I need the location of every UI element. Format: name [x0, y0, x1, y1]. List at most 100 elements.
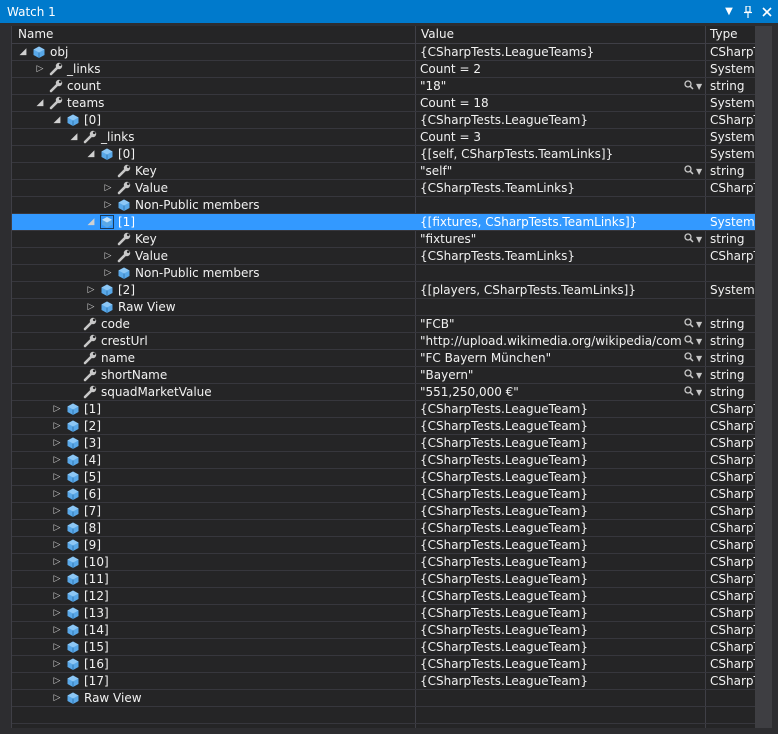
table-row[interactable]: ▷ Non-Public members — [12, 265, 756, 282]
row-value[interactable]: {CSharpTests.LeagueTeams} — [420, 45, 682, 59]
expand-arrow-icon[interactable]: ▷ — [52, 470, 62, 484]
visualizer-dropdown-icon[interactable]: ▼ — [696, 164, 706, 178]
row-value[interactable]: {CSharpTests.LeagueTeam} — [420, 402, 682, 416]
table-row[interactable]: ▷ [9] {CSharpTests.LeagueTeam} CSharpT — [12, 537, 756, 554]
row-value[interactable]: {CSharpTests.LeagueTeam} — [420, 538, 682, 552]
text-visualizer-icon[interactable] — [684, 317, 696, 331]
row-value[interactable]: {[players, CSharpTests.TeamLinks]} — [420, 283, 682, 297]
pin-icon[interactable] — [740, 4, 756, 20]
row-value[interactable]: {[fixtures, CSharpTests.TeamLinks]} — [420, 215, 682, 229]
column-header-value[interactable]: Value — [421, 27, 454, 41]
table-row[interactable]: ◢ _links Count = 3 System.C — [12, 129, 756, 146]
table-row[interactable]: ▷ [1] {CSharpTests.LeagueTeam} CSharpT — [12, 401, 756, 418]
row-value[interactable]: {CSharpTests.LeagueTeam} — [420, 504, 682, 518]
row-value[interactable]: "FC Bayern München" — [420, 351, 682, 365]
row-value[interactable]: {[self, CSharpTests.TeamLinks]} — [420, 147, 682, 161]
text-visualizer-icon[interactable] — [684, 351, 696, 365]
visualizer-dropdown-icon[interactable]: ▼ — [696, 368, 706, 382]
table-row[interactable]: squadMarketValue "551,250,000 €" ▼ string — [12, 384, 756, 401]
row-value[interactable]: {CSharpTests.LeagueTeam} — [420, 470, 682, 484]
table-row[interactable]: shortName "Bayern" ▼ string — [12, 367, 756, 384]
table-row[interactable]: ▷ [15] {CSharpTests.LeagueTeam} CSharpT — [12, 639, 756, 656]
row-value[interactable]: {CSharpTests.LeagueTeam} — [420, 606, 682, 620]
expand-arrow-icon[interactable]: ▷ — [52, 674, 62, 688]
expand-arrow-icon[interactable]: ▷ — [52, 538, 62, 552]
expand-arrow-icon[interactable]: ▷ — [52, 521, 62, 535]
table-row[interactable]: Key "fixtures" ▼ string — [12, 231, 756, 248]
table-row[interactable]: ▷ Value {CSharpTests.TeamLinks} CSharpT — [12, 248, 756, 265]
row-value[interactable]: {CSharpTests.LeagueTeam} — [420, 419, 682, 433]
row-value[interactable]: Count = 2 — [420, 62, 682, 76]
expand-arrow-icon[interactable]: ▷ — [52, 640, 62, 654]
table-row[interactable]: crestUrl "http://upload.wikimedia.org/wik… — [12, 333, 756, 350]
row-value[interactable]: {CSharpTests.LeagueTeam} — [420, 572, 682, 586]
table-row[interactable]: ▷ [11] {CSharpTests.LeagueTeam} CSharpT — [12, 571, 756, 588]
table-row[interactable]: ▷ [6] {CSharpTests.LeagueTeam} CSharpT — [12, 486, 756, 503]
table-row[interactable]: ▷ Non-Public members — [12, 197, 756, 214]
table-row[interactable]: ▷ [10] {CSharpTests.LeagueTeam} CSharpT — [12, 554, 756, 571]
table-row[interactable]: ▷ [12] {CSharpTests.LeagueTeam} CSharpT — [12, 588, 756, 605]
table-row[interactable]: ▷ Raw View — [12, 299, 756, 316]
row-value[interactable]: {CSharpTests.LeagueTeam} — [420, 555, 682, 569]
table-row[interactable]: ▷ [3] {CSharpTests.LeagueTeam} CSharpT — [12, 435, 756, 452]
expand-arrow-icon[interactable]: ▷ — [52, 487, 62, 501]
table-row[interactable] — [12, 707, 756, 724]
window-position-dropdown-icon[interactable]: ▼ — [721, 4, 737, 20]
expand-arrow-icon[interactable]: ▷ — [52, 606, 62, 620]
table-row[interactable]: count "18" ▼ string — [12, 78, 756, 95]
table-row[interactable]: ▷ [7] {CSharpTests.LeagueTeam} CSharpT — [12, 503, 756, 520]
table-row[interactable]: ▷ [17] {CSharpTests.LeagueTeam} CSharpT — [12, 673, 756, 690]
table-row[interactable]: Key "self" ▼ string — [12, 163, 756, 180]
table-row[interactable]: ▷ [13] {CSharpTests.LeagueTeam} CSharpT — [12, 605, 756, 622]
visualizer-dropdown-icon[interactable]: ▼ — [696, 79, 706, 93]
row-value[interactable]: "self" — [420, 164, 682, 178]
table-row[interactable]: ▷ [5] {CSharpTests.LeagueTeam} CSharpT — [12, 469, 756, 486]
visualizer-dropdown-icon[interactable]: ▼ — [696, 334, 706, 348]
table-row[interactable]: ▷ Value {CSharpTests.TeamLinks} CSharpT — [12, 180, 756, 197]
table-row[interactable]: ◢ teams Count = 18 System.C — [12, 95, 756, 112]
expand-arrow-icon[interactable]: ▷ — [103, 249, 113, 263]
collapse-arrow-icon[interactable]: ◢ — [69, 130, 79, 144]
row-value[interactable]: {CSharpTests.LeagueTeam} — [420, 113, 682, 127]
vertical-scrollbar[interactable] — [755, 26, 772, 728]
expand-arrow-icon[interactable]: ▷ — [52, 402, 62, 416]
table-row[interactable]: ◢ obj {CSharpTests.LeagueTeams} CSharpT — [12, 44, 756, 61]
table-row[interactable]: ▷ _links Count = 2 System.C — [12, 61, 756, 78]
column-header-name[interactable]: Name — [18, 27, 53, 41]
column-header-type[interactable]: Type — [710, 27, 738, 41]
visualizer-dropdown-icon[interactable]: ▼ — [696, 232, 706, 246]
row-value[interactable]: {CSharpTests.LeagueTeam} — [420, 589, 682, 603]
expand-arrow-icon[interactable]: ▷ — [52, 572, 62, 586]
row-value[interactable]: {CSharpTests.LeagueTeam} — [420, 640, 682, 654]
table-row[interactable]: code "FCB" ▼ string — [12, 316, 756, 333]
expand-arrow-icon[interactable]: ▷ — [52, 504, 62, 518]
collapse-arrow-icon[interactable]: ◢ — [52, 113, 62, 127]
table-row[interactable]: ▷ [4] {CSharpTests.LeagueTeam} CSharpT — [12, 452, 756, 469]
row-value[interactable]: "18" — [420, 79, 682, 93]
expand-arrow-icon[interactable]: ▷ — [52, 453, 62, 467]
table-row[interactable]: ▷ [2] {[players, CSharpTests.TeamLinks]} Sy… — [12, 282, 756, 299]
expand-arrow-icon[interactable]: ▷ — [52, 657, 62, 671]
table-row[interactable]: ▷ [8] {CSharpTests.LeagueTeam} CSharpT — [12, 520, 756, 537]
expand-arrow-icon[interactable]: ▷ — [52, 419, 62, 433]
row-value[interactable]: {CSharpTests.TeamLinks} — [420, 249, 682, 263]
expand-arrow-icon[interactable]: ▷ — [52, 691, 62, 705]
visualizer-dropdown-icon[interactable]: ▼ — [696, 351, 706, 365]
table-row[interactable]: ◢ [1] {[fixtures, CSharpTests.TeamLinks]} S… — [12, 214, 756, 231]
collapse-arrow-icon[interactable]: ◢ — [18, 45, 28, 59]
table-row[interactable]: ◢ [0] {CSharpTests.LeagueTeam} CSharpT — [12, 112, 756, 129]
expand-arrow-icon[interactable]: ▷ — [103, 181, 113, 195]
row-value[interactable]: {CSharpTests.LeagueTeam} — [420, 674, 682, 688]
text-visualizer-icon[interactable] — [684, 385, 696, 399]
expand-arrow-icon[interactable]: ▷ — [52, 555, 62, 569]
text-visualizer-icon[interactable] — [684, 79, 696, 93]
collapse-arrow-icon[interactable]: ◢ — [86, 147, 96, 161]
expand-arrow-icon[interactable]: ▷ — [86, 283, 96, 297]
row-value[interactable]: {CSharpTests.LeagueTeam} — [420, 436, 682, 450]
expand-arrow-icon[interactable]: ▷ — [86, 300, 96, 314]
row-value[interactable]: Count = 3 — [420, 130, 682, 144]
table-row[interactable]: ▷ [14] {CSharpTests.LeagueTeam} CSharpT — [12, 622, 756, 639]
row-value[interactable]: {CSharpTests.TeamLinks} — [420, 181, 682, 195]
close-icon[interactable] — [759, 4, 775, 20]
row-value[interactable]: "551,250,000 €" — [420, 385, 682, 399]
